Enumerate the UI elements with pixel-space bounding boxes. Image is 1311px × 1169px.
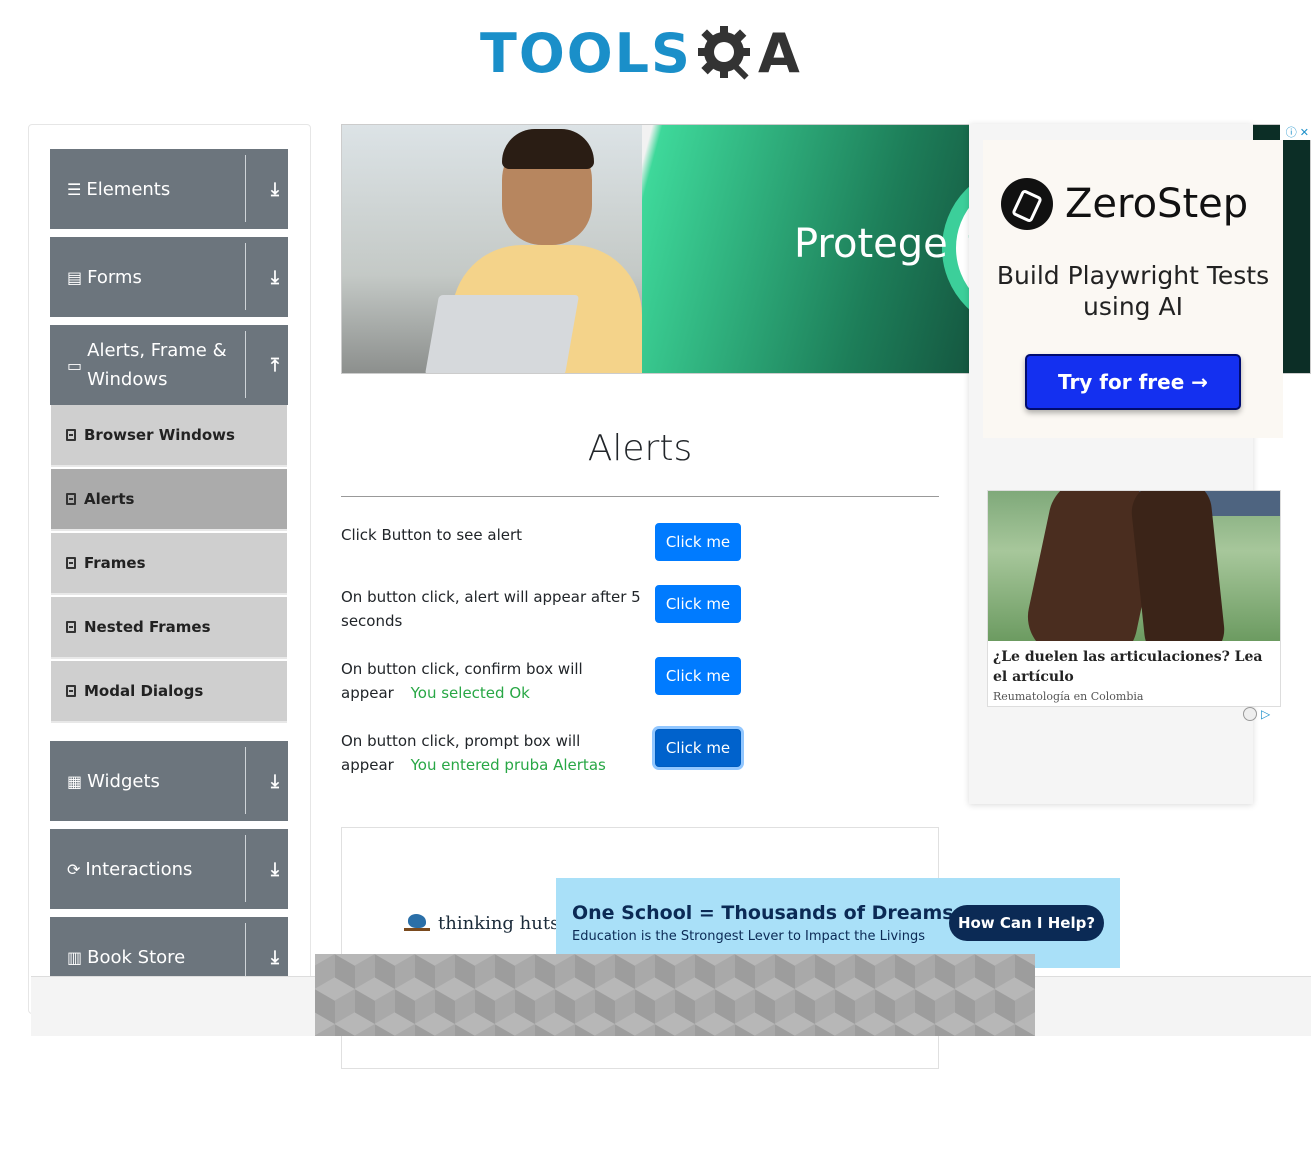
adchoices-badge[interactable]: ⓘ ✕ bbox=[1280, 124, 1311, 140]
ad-face-icon[interactable] bbox=[1243, 707, 1257, 721]
laptop bbox=[424, 295, 580, 373]
refresh-icon: ⟳ bbox=[67, 859, 81, 879]
sidebar-item-alerts[interactable]: Alerts bbox=[51, 469, 287, 531]
confirm-row-label: On button click, confirm box will appear… bbox=[341, 657, 631, 705]
zerostep-brand: ZeroStep bbox=[1065, 181, 1249, 227]
prompt-result: You entered pruba Alertas bbox=[410, 756, 606, 774]
html5-icon bbox=[66, 621, 76, 633]
info-icon[interactable]: ⓘ bbox=[1286, 127, 1297, 138]
person-hair bbox=[502, 129, 594, 169]
divider bbox=[245, 835, 246, 902]
group-label: Elements bbox=[86, 178, 171, 200]
confirm-button[interactable]: Click me bbox=[655, 657, 741, 695]
group-header-widgets[interactable]: ▦ Widgets ⤓ bbox=[50, 741, 288, 821]
timer-alert-button[interactable]: Click me bbox=[655, 585, 741, 623]
divider bbox=[245, 243, 246, 310]
how-can-i-help-button[interactable]: How Can I Help? bbox=[949, 905, 1104, 941]
left-panel: ☰ Elements ⤓ ▤ Forms ⤓ ▭ Alerts, Frame &… bbox=[28, 124, 311, 1014]
banner-ad-text: Proteget bbox=[794, 221, 983, 267]
group-header-elements[interactable]: ☰ Elements ⤓ bbox=[50, 149, 288, 229]
group-header-interactions[interactable]: ⟳ Interactions ⤓ bbox=[50, 829, 288, 909]
sidebar-item-label: Browser Windows bbox=[84, 426, 235, 444]
zerostep-tagline: Build Playwright Tests using AI bbox=[996, 261, 1270, 321]
banner-ad-word: Protege bbox=[794, 221, 948, 267]
ad-photo-person-laptop bbox=[342, 125, 642, 373]
group-label: Alerts, Frame & Windows bbox=[87, 340, 227, 390]
group-label: Widgets bbox=[87, 770, 160, 792]
prompt-button[interactable]: Click me bbox=[655, 729, 741, 767]
confirm-result: You selected Ok bbox=[410, 684, 530, 702]
sidebar-item-modal-dialogs[interactable]: Modal Dialogs bbox=[51, 661, 287, 723]
article-ad-title[interactable]: ¿Le duelen las articulaciones? Lea el ar… bbox=[993, 647, 1277, 687]
divider bbox=[245, 747, 246, 814]
sponsor-name: thinking huts bbox=[438, 912, 560, 934]
row-text: Click Button to see alert bbox=[341, 526, 523, 544]
expand-arrow-icon: ⤓ bbox=[271, 947, 279, 968]
timer-alert-row-label: On button click, alert will appear after… bbox=[341, 585, 641, 633]
collapse-arrow-icon: ⤒ bbox=[271, 355, 279, 376]
row-text: On button click, alert will appear after… bbox=[341, 588, 641, 630]
toolsqa-logo[interactable]: TOOLS A bbox=[480, 14, 810, 94]
group-header-forms[interactable]: ▤ Forms ⤓ bbox=[50, 237, 288, 317]
thinking-huts-logo[interactable]: thinking huts bbox=[402, 910, 559, 936]
gear-magnifier-icon bbox=[697, 26, 750, 80]
try-for-free-button[interactable]: Try for free → bbox=[1025, 354, 1241, 410]
zerostep-logo-icon bbox=[1001, 178, 1053, 230]
window-icon: ▭ bbox=[67, 355, 83, 375]
adchoices-icon[interactable]: ▷ bbox=[1261, 707, 1270, 721]
expand-arrow-icon: ⤓ bbox=[271, 859, 279, 880]
prompt-row-label: On button click, prompt box will appear … bbox=[341, 729, 631, 777]
logo-text-tools: TOOLS bbox=[480, 22, 692, 85]
file-icon: ▤ bbox=[67, 267, 83, 287]
list-icon: ☰ bbox=[67, 179, 82, 199]
article-ad-image bbox=[988, 491, 1280, 641]
alert-row-label: Click Button to see alert bbox=[341, 523, 641, 547]
logo-text-a: A bbox=[757, 22, 800, 85]
close-icon[interactable]: ✕ bbox=[1300, 127, 1309, 138]
page: TOOLS A ☰ Elements ⤓ ▤ Forms ⤓ ▭ Alerts,… bbox=[0, 0, 1311, 1169]
school-ad-subtitle: Education is the Strongest Lever to Impa… bbox=[572, 929, 926, 944]
group-label: Forms bbox=[87, 266, 142, 288]
sidebar-item-nested-frames[interactable]: Nested Frames bbox=[51, 597, 287, 659]
books-icon: ▥ bbox=[67, 947, 83, 967]
page-title: Alerts bbox=[587, 428, 693, 469]
sidebar-item-frames[interactable]: Frames bbox=[51, 533, 287, 595]
sidebar-item-label: Alerts bbox=[84, 490, 135, 508]
bird-icon bbox=[402, 910, 432, 936]
group-label: Book Store bbox=[87, 946, 186, 968]
html5-icon bbox=[66, 685, 76, 697]
group-label: Interactions bbox=[85, 858, 193, 880]
expand-arrow-icon: ⤓ bbox=[271, 267, 279, 288]
article-ad-card[interactable]: ¿Le duelen las articulaciones? Lea el ar… bbox=[987, 490, 1281, 707]
expand-arrow-icon: ⤓ bbox=[271, 179, 279, 200]
cube-pattern-ad[interactable] bbox=[315, 954, 1035, 1036]
sidebar-item-label: Frames bbox=[84, 554, 146, 572]
html5-icon bbox=[66, 557, 76, 569]
divider bbox=[245, 331, 246, 398]
zerostep-ad[interactable]: ZeroStep Build Playwright Tests using AI… bbox=[983, 140, 1283, 438]
grid-icon: ▦ bbox=[67, 771, 83, 791]
html5-icon bbox=[66, 493, 76, 505]
sidebar-item-label: Modal Dialogs bbox=[84, 682, 204, 700]
divider bbox=[245, 155, 246, 222]
title-divider bbox=[341, 496, 939, 497]
expand-arrow-icon: ⤓ bbox=[271, 771, 279, 792]
sidebar-item-browser-windows[interactable]: Browser Windows bbox=[51, 405, 287, 467]
article-ad-source: Reumatología en Colombia bbox=[993, 690, 1144, 703]
group-header-alerts-frame-windows[interactable]: ▭ Alerts, Frame & Windows ⤒ bbox=[50, 325, 288, 405]
school-ad-title: One School = Thousands of Dreams bbox=[572, 902, 954, 924]
sidebar-item-label: Nested Frames bbox=[84, 618, 211, 636]
alert-button[interactable]: Click me bbox=[655, 523, 741, 561]
html5-icon bbox=[66, 429, 76, 441]
ad-attribution[interactable]: ▷ bbox=[1243, 707, 1270, 721]
